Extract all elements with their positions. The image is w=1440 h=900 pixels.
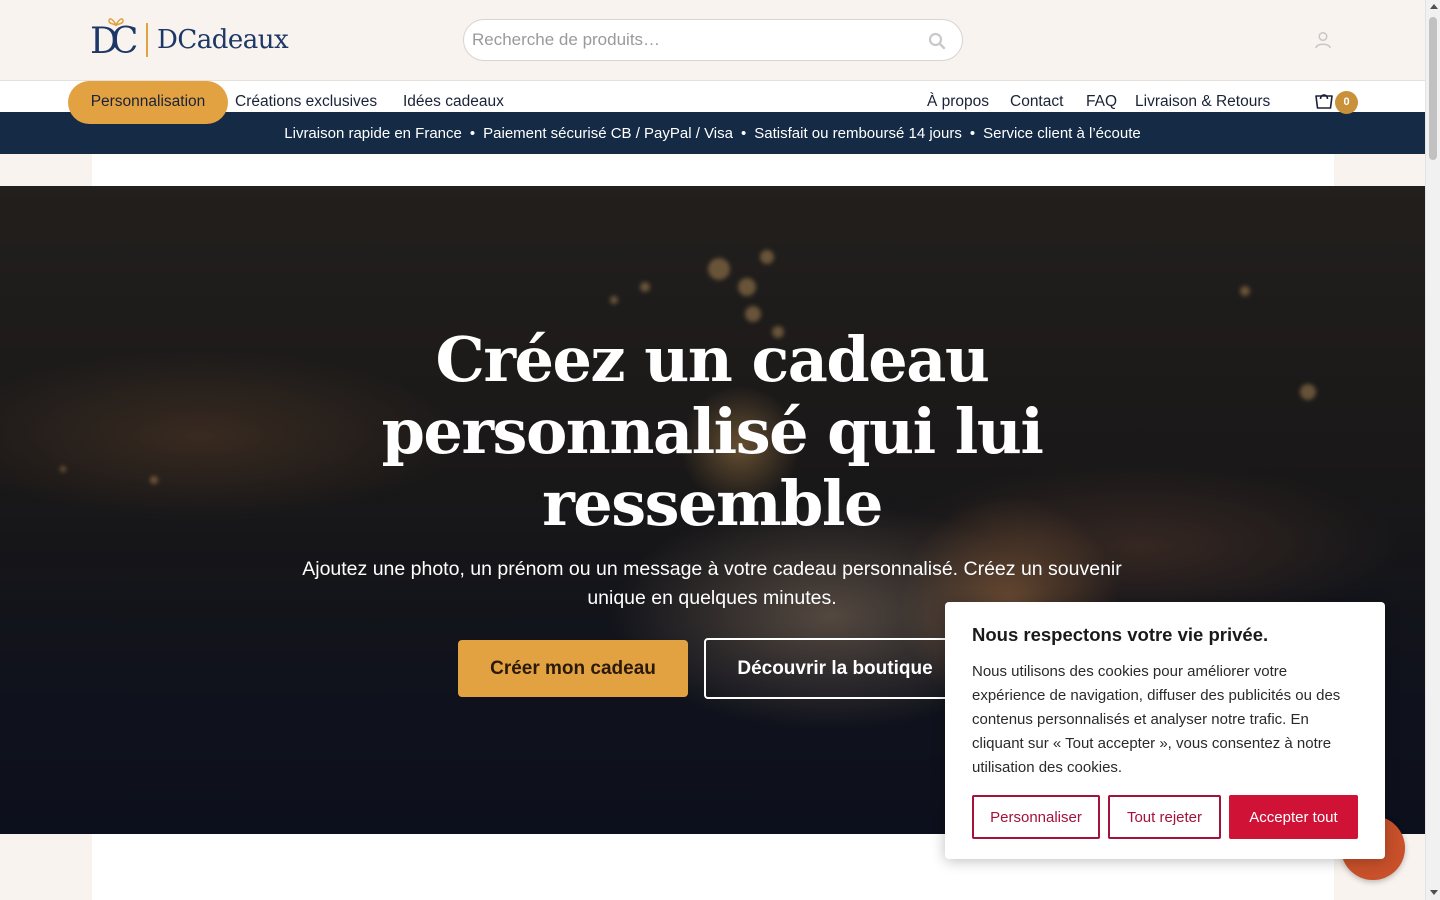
search-bar xyxy=(463,19,963,61)
cart-icon[interactable] xyxy=(1314,91,1334,111)
page-scrollbar[interactable] xyxy=(1425,0,1440,900)
cookie-title: Nous respectons votre vie privée. xyxy=(972,624,1269,645)
promo-item: Paiement sécurisé CB / PayPal / Visa xyxy=(483,124,733,142)
logo-monogram: DC xyxy=(90,16,139,64)
scroll-up-arrow-icon[interactable] xyxy=(1430,4,1438,9)
customize-cookies-button[interactable]: Personnaliser xyxy=(972,795,1100,839)
logo-wordmark: DCadeaux xyxy=(157,25,289,55)
cart-count-badge[interactable]: 0 xyxy=(1335,91,1358,114)
promo-item: Satisfait ou remboursé 14 jours xyxy=(754,124,962,142)
nav-item-faq[interactable]: FAQ xyxy=(1086,81,1117,112)
site-header: DC DCadeaux xyxy=(0,0,1425,81)
hero-title: Créez un cadeau personnalisé qui lui res… xyxy=(381,323,1044,540)
cookie-consent-banner: Nous respectons votre vie privée. Nous u… xyxy=(945,602,1385,859)
search-icon[interactable] xyxy=(928,32,946,50)
site-logo[interactable]: DC DCadeaux xyxy=(90,16,289,64)
scroll-thumb[interactable] xyxy=(1429,17,1437,160)
nav-item-contact[interactable]: Contact xyxy=(1010,81,1063,112)
accept-all-cookies-button[interactable]: Accepter tout xyxy=(1229,795,1358,839)
scroll-down-arrow-icon[interactable] xyxy=(1430,890,1438,895)
nav-item-idees-cadeaux[interactable]: Idées cadeaux xyxy=(403,81,504,112)
discover-shop-button[interactable]: Découvrir la boutique xyxy=(704,638,966,699)
nav-item-creations-exclusives[interactable]: Créations exclusives xyxy=(235,81,377,112)
cookie-description: Nous utilisons des cookies pour améliore… xyxy=(972,663,1341,776)
nav-item-a-propos[interactable]: À propos xyxy=(927,81,989,112)
create-gift-button[interactable]: Créer mon cadeau xyxy=(458,640,688,697)
nav-item-personnalisation[interactable]: Personnalisation xyxy=(68,81,228,124)
user-icon[interactable] xyxy=(1313,30,1333,50)
logo-monogram-text: DC xyxy=(90,21,139,62)
logo-divider xyxy=(146,23,148,57)
cookie-actions: Personnaliser Tout rejeter Accepter tout xyxy=(972,795,1358,839)
search-input[interactable] xyxy=(472,20,912,60)
main-nav: Personnalisation Créations exclusives Id… xyxy=(0,81,1425,124)
promo-item: Service client à l’écoute xyxy=(983,124,1141,142)
nav-item-livraison-retours[interactable]: Livraison & Retours xyxy=(1135,81,1270,112)
promo-item: Livraison rapide en France xyxy=(284,124,462,142)
reject-all-cookies-button[interactable]: Tout rejeter xyxy=(1108,795,1221,839)
promo-separator: • xyxy=(969,124,976,142)
promo-separator: • xyxy=(740,124,747,142)
promo-separator: • xyxy=(469,124,476,142)
